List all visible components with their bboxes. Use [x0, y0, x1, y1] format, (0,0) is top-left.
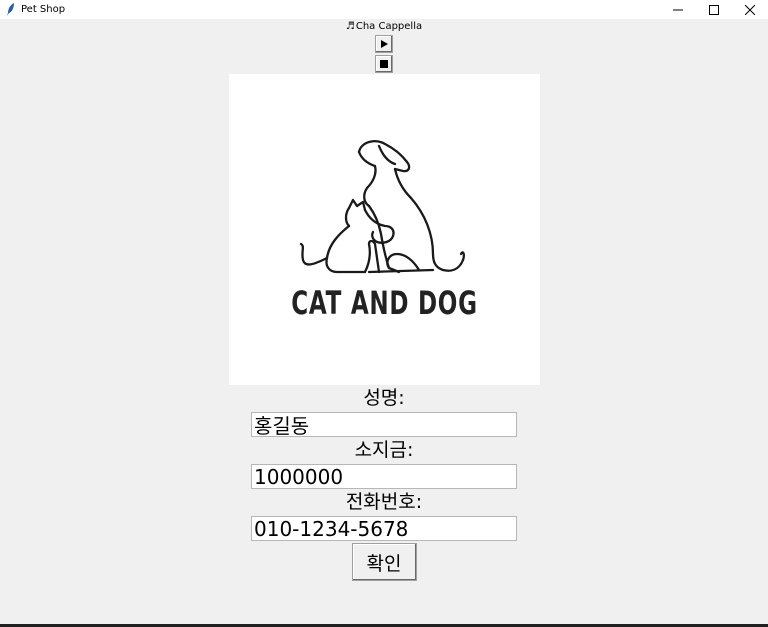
maximize-button[interactable]: [696, 0, 732, 19]
phone-input[interactable]: [251, 516, 517, 541]
money-label: 소지금:: [354, 439, 414, 461]
confirm-button[interactable]: 확인: [351, 543, 417, 581]
close-button[interactable]: [732, 0, 768, 19]
phone-label: 전화번호:: [345, 491, 423, 513]
now-playing: ♬ Cha Cappella: [346, 21, 422, 33]
minimize-button[interactable]: [660, 0, 696, 19]
track-name: Cha Cappella: [355, 21, 423, 32]
name-input[interactable]: [251, 412, 517, 437]
money-input[interactable]: [251, 464, 517, 489]
stop-icon: [380, 60, 388, 68]
window-title: Pet Shop: [21, 4, 66, 15]
name-label: 성명:: [363, 387, 405, 409]
logo-text: CAT AND DOG: [290, 284, 478, 322]
shop-logo: CAT AND DOG: [228, 74, 540, 385]
play-icon: [381, 40, 388, 48]
stop-button[interactable]: [375, 55, 393, 73]
title-bar: Pet Shop: [0, 0, 768, 19]
main-content: ♬ Cha Cappella CAT AND DOG 성명: 홍길동 소지금: …: [0, 19, 768, 623]
cat-dog-logo-icon: [299, 140, 465, 274]
maximize-icon: [709, 4, 719, 15]
play-button[interactable]: [375, 35, 393, 53]
music-note-icon: ♬: [345, 21, 355, 32]
minimize-icon: [673, 9, 683, 10]
close-icon: [745, 4, 755, 15]
feather-icon: [4, 3, 18, 17]
